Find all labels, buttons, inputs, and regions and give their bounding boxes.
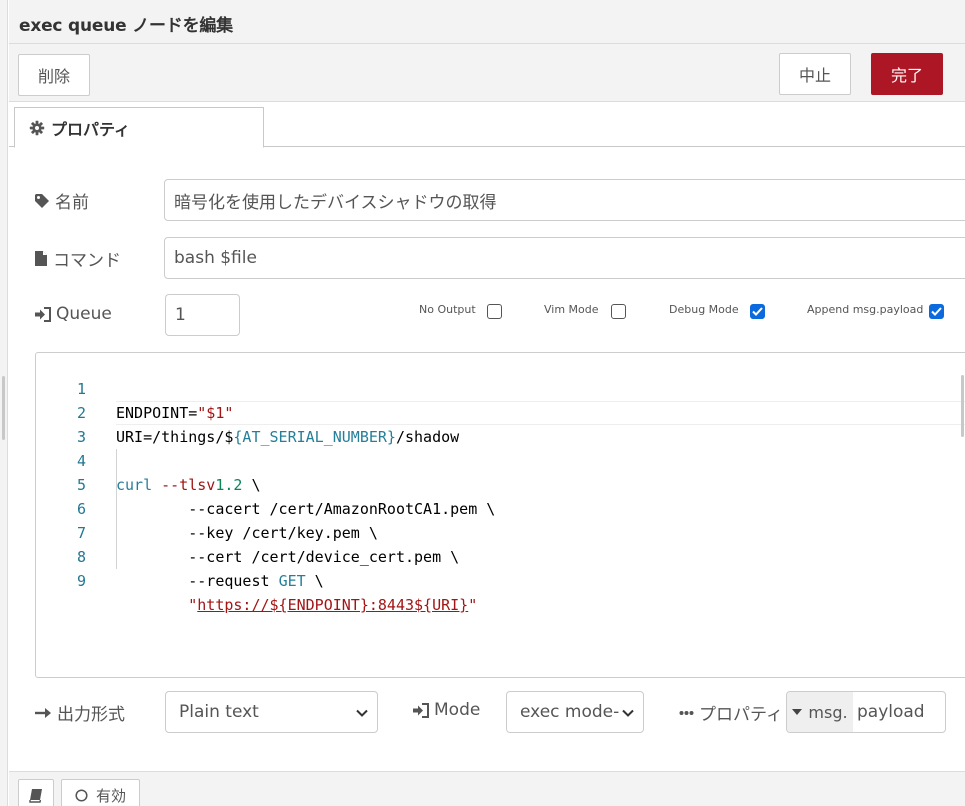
- name-label: 名前: [34, 188, 89, 213]
- no-output-checkbox[interactable]: [487, 304, 502, 319]
- code-line: 5 --cacert /cert/AmazonRootCA1.pem \: [36, 449, 965, 518]
- debug-mode-label: Debug Mode: [669, 303, 739, 316]
- no-output-label: No Output: [419, 303, 476, 316]
- code-editor[interactable]: 1 ENDPOINT="$1" 2 URI=/things/${AT_SERIA…: [35, 352, 965, 678]
- append-payload-label: Append msg.payload: [807, 303, 924, 316]
- property-value-input[interactable]: payload: [853, 692, 925, 732]
- code-line: 2 URI=/things/${AT_SERIAL_NUMBER}/shadow: [36, 377, 965, 446]
- editor-toolbar: 削除 中止 完了: [9, 44, 965, 102]
- queue-input[interactable]: 1: [165, 294, 240, 336]
- property-type-value: msg.: [808, 702, 848, 722]
- output-format-label: 出力形式: [34, 700, 125, 725]
- check-icon: [931, 307, 942, 316]
- name-input[interactable]: 暗号化を使用したデバイスシャドウの取得: [164, 179, 965, 221]
- done-button[interactable]: 完了: [871, 53, 943, 95]
- enabled-label: 有効: [95, 786, 126, 805]
- arrow-right-icon: [35, 707, 51, 718]
- debug-mode-checkbox[interactable]: [750, 304, 765, 319]
- code-line: 1 ENDPOINT="$1": [36, 353, 965, 422]
- property-label-text: プロパティ: [699, 705, 783, 725]
- left-panel-edge: [0, 0, 8, 806]
- mode-value: exec mode-: [520, 702, 620, 722]
- line-number: 9: [76, 572, 86, 590]
- output-format-label-text: 出力形式: [57, 705, 125, 725]
- gear-icon: [29, 120, 45, 135]
- file-icon: [35, 251, 47, 266]
- command-input[interactable]: bash $file: [164, 237, 965, 279]
- mode-label: Mode: [412, 700, 480, 720]
- check-icon: [752, 307, 763, 316]
- mode-select[interactable]: exec mode-: [506, 691, 644, 733]
- property-type-select[interactable]: msg.: [787, 692, 853, 732]
- sign-in-icon: [413, 702, 429, 718]
- tab-properties[interactable]: プロパティ: [14, 107, 264, 148]
- description-button[interactable]: [18, 779, 54, 806]
- enabled-toggle[interactable]: 有効: [61, 779, 140, 806]
- scrollbar[interactable]: [961, 375, 964, 437]
- page-title: exec queue ノードを編集: [19, 16, 233, 36]
- vim-mode-checkbox[interactable]: [611, 304, 626, 319]
- command-label: コマンド: [34, 246, 121, 271]
- tag-icon: [35, 193, 49, 208]
- output-format-value: Plain text: [179, 702, 259, 722]
- property-label: プロパティ: [679, 700, 783, 725]
- command-label-text: コマンド: [53, 251, 121, 271]
- delete-button[interactable]: 削除: [18, 54, 90, 96]
- code-line: 7 --cert /cert/device_cert.pem \: [36, 497, 965, 566]
- code-line: 8 --request GET \: [36, 521, 965, 590]
- caret-down-icon: [792, 709, 803, 715]
- name-label-text: 名前: [55, 193, 89, 213]
- property-typed-input[interactable]: msg. payload: [786, 691, 946, 733]
- code-line: 9 "https://${ENDPOINT}:8443${URI}": [36, 545, 965, 614]
- chevron-down-icon: [622, 709, 634, 717]
- append-payload-checkbox[interactable]: [929, 304, 944, 319]
- sign-in-icon: [35, 306, 51, 322]
- queue-label: Queue: [34, 304, 112, 324]
- tab-properties-label: プロパティ: [51, 119, 131, 139]
- queue-label-text: Queue: [56, 304, 112, 324]
- ellipsis-icon: [679, 710, 694, 715]
- editor-header: exec queue ノードを編集: [9, 0, 965, 44]
- mode-label-text: Mode: [434, 700, 481, 720]
- output-format-select[interactable]: Plain text: [165, 691, 378, 733]
- vim-mode-label: Vim Mode: [544, 303, 599, 316]
- tab-bar: プロパティ: [9, 102, 965, 148]
- editor-footer: 有効: [9, 771, 965, 806]
- circle-icon: [75, 788, 88, 802]
- code-line: 3: [36, 401, 965, 446]
- resize-handle[interactable]: [2, 376, 5, 440]
- code-line: 6 --key /cert/key.pem \: [36, 473, 965, 542]
- book-icon: [29, 788, 42, 803]
- code-line: 4 curl --tlsv1.2 \: [36, 425, 965, 494]
- chevron-down-icon: [356, 709, 368, 717]
- cancel-button[interactable]: 中止: [779, 53, 851, 95]
